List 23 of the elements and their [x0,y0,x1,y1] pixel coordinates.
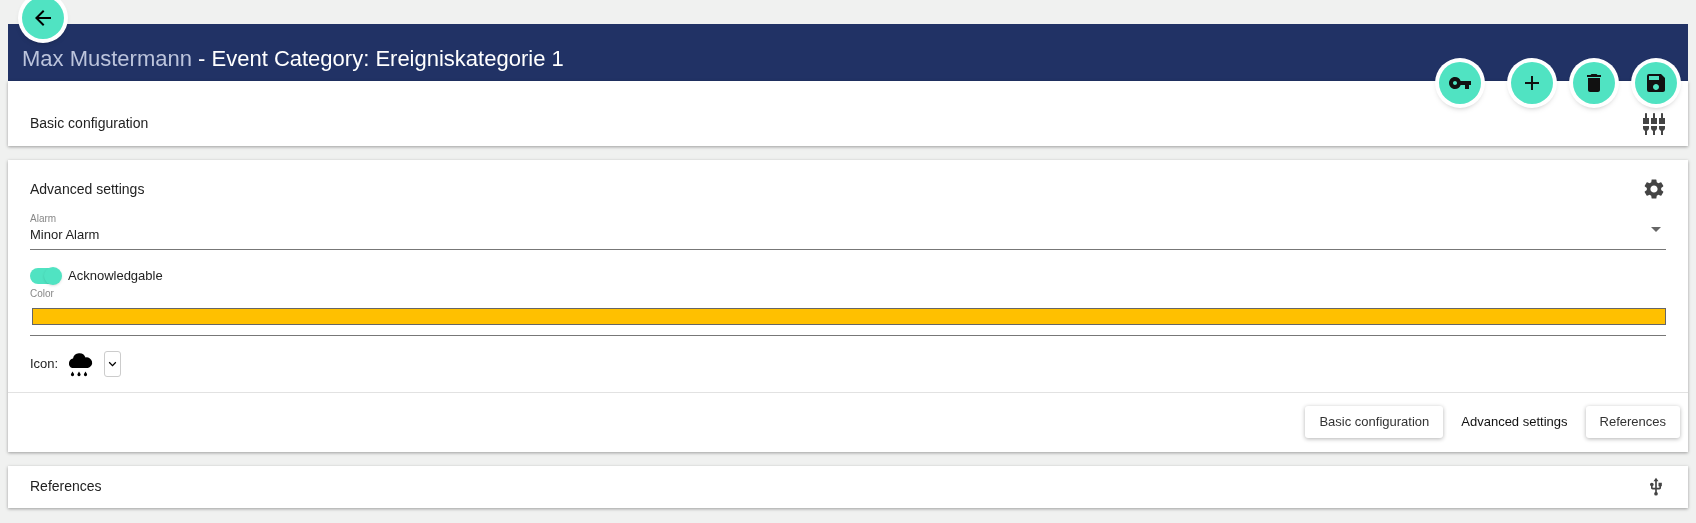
dropdown-icon [1651,227,1661,232]
panel-title: Advanced settings [30,179,145,199]
section-title: References [30,477,102,496]
icon-dropdown[interactable] [104,350,122,377]
toggle-label: Acknowledgable [68,267,163,285]
key-button[interactable] [1439,62,1481,104]
toggle-switch[interactable] [30,267,60,284]
components-icon [1642,111,1666,136]
section-header[interactable]: References [8,465,1688,508]
back-button[interactable] [22,0,64,39]
section-tab[interactable]: References [1585,406,1680,438]
section-title: Basic configuration [30,114,149,133]
icon-label: Icon: [30,354,59,373]
section-tab[interactable]: Basic configuration [1305,406,1444,438]
alarm-select[interactable]: Alarm Minor Alarm [30,209,1666,250]
field-label: Color [30,287,55,300]
settings-icon [1642,177,1666,201]
save-icon [1644,71,1668,95]
section-header[interactable]: Basic configuration [8,81,1688,146]
save-button[interactable] [1635,62,1677,104]
page-title: Max Mustermann - Event Category: Ereigniskategorie 1 [22,45,564,73]
delete-button[interactable] [1573,62,1615,104]
color-swatch[interactable] [32,307,1666,325]
